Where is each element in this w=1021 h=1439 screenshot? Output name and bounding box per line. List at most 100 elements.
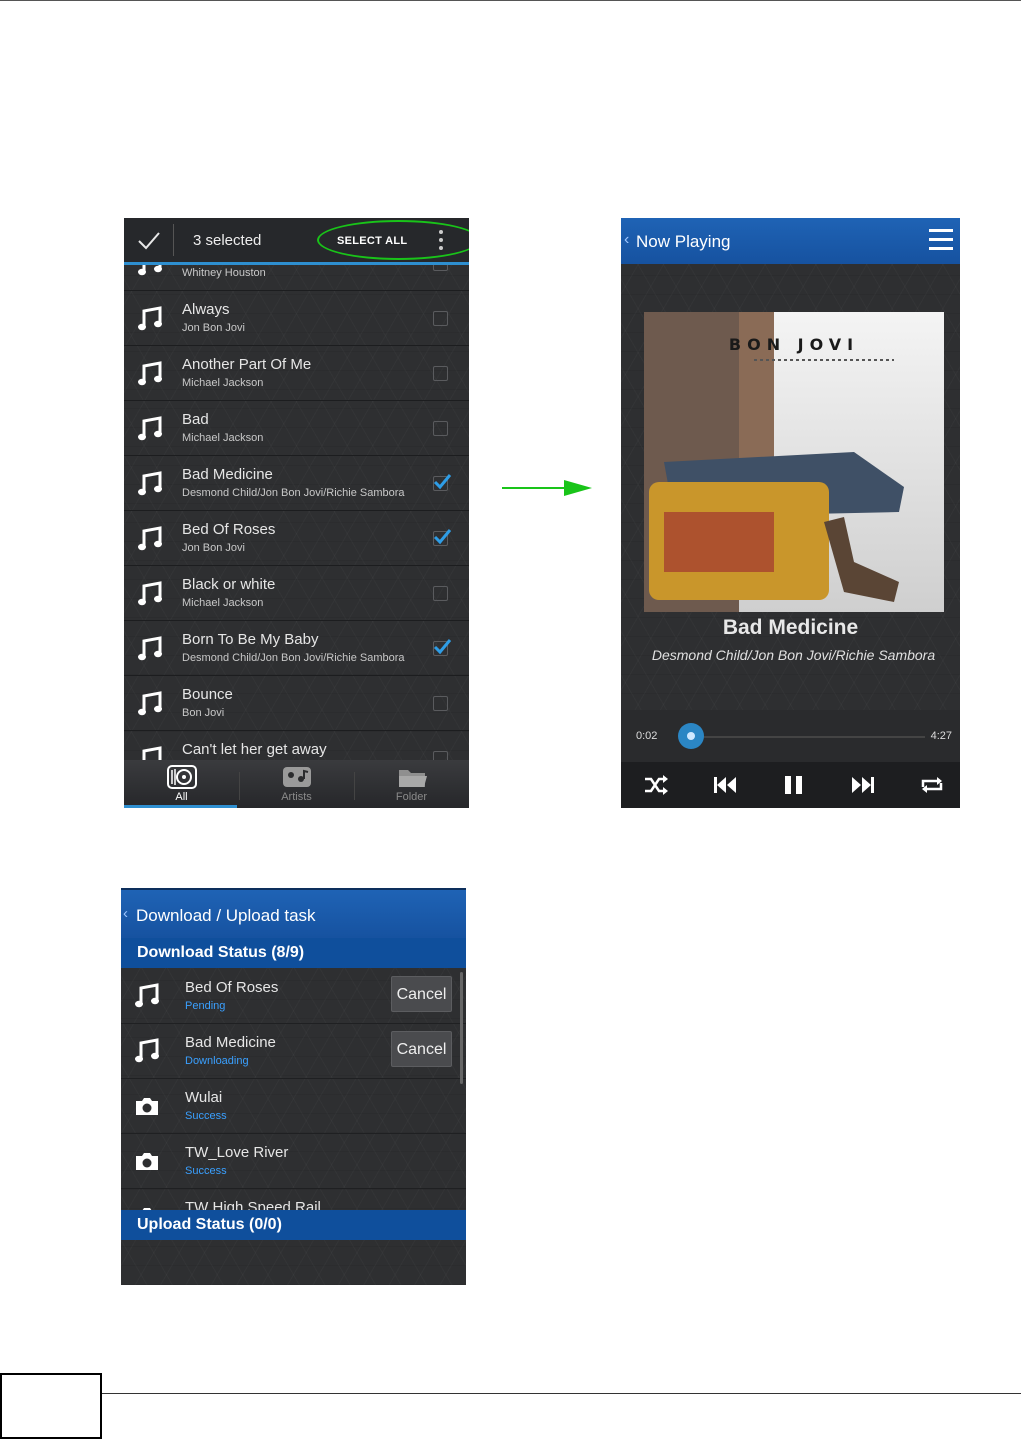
- back-chevron-icon[interactable]: ‹: [123, 905, 128, 922]
- transition-arrow-icon: [502, 480, 592, 496]
- task-status: Success: [185, 1165, 227, 1177]
- task-status: Downloading: [185, 1055, 249, 1067]
- song-row[interactable]: Bounce Bon Jovi: [124, 676, 469, 731]
- select-checkbox[interactable]: [433, 639, 452, 656]
- song-title: Born To Be My Baby: [182, 631, 319, 648]
- playback-progress: 0:02 4:27: [621, 710, 960, 762]
- task-row[interactable]: Bed Of Roses Pending Cancel: [121, 969, 466, 1024]
- select-checkbox[interactable]: [433, 366, 448, 381]
- song-artist: Whitney Houston: [182, 267, 266, 279]
- select-checkbox[interactable]: [433, 311, 448, 326]
- scrollbar[interactable]: [460, 972, 463, 1084]
- page-number-box: [0, 1373, 102, 1439]
- task-status: Success: [185, 1110, 227, 1122]
- song-row[interactable]: Bed Of Roses Jon Bon Jovi: [124, 511, 469, 566]
- pause-icon[interactable]: [781, 773, 807, 797]
- song-row[interactable]: Can't let her get away: [124, 731, 469, 760]
- select-checkbox[interactable]: [433, 586, 448, 601]
- song-artist: Desmond Child/Jon Bon Jovi/Richie Sambor…: [182, 487, 405, 499]
- song-artist: Michael Jackson: [182, 597, 264, 609]
- repeat-icon[interactable]: [919, 773, 945, 797]
- task-header-title[interactable]: Download / Upload task: [136, 906, 316, 926]
- shuffle-icon[interactable]: [643, 773, 669, 797]
- download-status-label: Download Status (8/9): [137, 944, 305, 961]
- task-name: Wulai: [185, 1089, 223, 1106]
- select-checkbox[interactable]: [433, 474, 452, 491]
- music-note-icon: [136, 305, 164, 333]
- task-name: TW High Speed Rail: [185, 1199, 321, 1210]
- task-row[interactable]: TW_Love River Success: [121, 1134, 466, 1189]
- task-header: ‹ Download / Upload task: [121, 888, 466, 938]
- task-row[interactable]: Bad Medicine Downloading Cancel: [121, 1024, 466, 1079]
- camera-icon: [133, 1147, 161, 1175]
- upload-status-label: Upload Status (0/0): [137, 1216, 282, 1233]
- artist-icon: [283, 767, 311, 787]
- song-row[interactable]: Born To Be My Baby Desmond Child/Jon Bon …: [124, 621, 469, 676]
- camera-icon: [133, 1202, 161, 1210]
- camera-icon: [133, 1092, 161, 1120]
- next-icon[interactable]: [850, 773, 876, 797]
- hamburger-menu-icon[interactable]: [929, 229, 953, 251]
- tab-all[interactable]: All: [124, 760, 239, 808]
- action-bar-divider: [173, 224, 174, 256]
- cancel-button[interactable]: Cancel: [391, 1031, 452, 1067]
- song-title: Bad: [182, 411, 209, 428]
- song-row[interactable]: All at OnceWhitney Houston: [124, 265, 469, 291]
- select-checkbox[interactable]: [433, 751, 448, 760]
- now-playing-header: ‹ Now Playing: [621, 218, 960, 264]
- song-row[interactable]: Always Jon Bon Jovi: [124, 291, 469, 346]
- tab-folder[interactable]: Folder: [354, 760, 469, 808]
- download-status-section: Download Status (8/9): [121, 938, 466, 968]
- song-row[interactable]: Another Part Of Me Michael Jackson: [124, 346, 469, 401]
- tab-artists[interactable]: Artists: [239, 760, 354, 808]
- playback-controls: [621, 762, 960, 808]
- current-time: 0:02: [636, 730, 658, 742]
- song-artist: Desmond Child/Jon Bon Jovi/Richie Sambor…: [651, 647, 936, 663]
- upload-status-section: Upload Status (0/0): [121, 1210, 466, 1240]
- seek-knob[interactable]: [677, 723, 704, 749]
- task-name: TW_Love River: [185, 1144, 289, 1161]
- previous-icon[interactable]: [712, 773, 738, 797]
- page-footer-rule: [0, 1393, 1021, 1394]
- song-title: Bad Medicine: [182, 466, 273, 483]
- song-row[interactable]: Bad Michael Jackson: [124, 401, 469, 456]
- music-note-icon: [136, 265, 164, 278]
- song-artist: Michael Jackson: [182, 377, 264, 389]
- cancel-button[interactable]: Cancel: [391, 976, 452, 1012]
- song-artist: Bon Jovi: [182, 707, 225, 719]
- album-icon: [167, 765, 197, 789]
- music-note-icon: [136, 745, 164, 760]
- total-time: 4:27: [930, 730, 952, 742]
- tab-artists-label: Artists: [281, 791, 312, 803]
- task-status: Pending: [185, 1000, 226, 1012]
- download-task-list[interactable]: Bed Of Roses Pending Cancel Bad Medicine Dow…: [121, 969, 466, 1210]
- overflow-menu-icon[interactable]: [439, 230, 445, 252]
- music-note-icon: [136, 580, 164, 608]
- back-chevron-icon[interactable]: ‹: [624, 231, 629, 249]
- song-row[interactable]: Black or white Michael Jackson: [124, 566, 469, 621]
- now-playing-title[interactable]: Now Playing: [636, 232, 731, 252]
- music-note-icon: [133, 1037, 161, 1065]
- music-note-icon: [136, 525, 164, 553]
- download-upload-screen: ‹ Download / Upload task Download Status…: [121, 888, 466, 1285]
- song-selection-screen: 3 selected SELECT ALL All at OnceWhitney…: [124, 218, 469, 808]
- done-check-icon[interactable]: [136, 228, 162, 252]
- progress-track[interactable]: [689, 736, 925, 738]
- select-checkbox[interactable]: [433, 421, 448, 436]
- song-artist: Jon Bon Jovi: [182, 542, 245, 554]
- select-checkbox[interactable]: [433, 529, 452, 546]
- song-artist: Jon Bon Jovi: [182, 322, 245, 334]
- select-checkbox[interactable]: [433, 265, 448, 271]
- task-row[interactable]: TW High Speed Rail: [121, 1189, 466, 1210]
- song-title: Bounce: [182, 686, 233, 703]
- select-checkbox[interactable]: [433, 696, 448, 711]
- music-note-icon: [136, 360, 164, 388]
- highlight-oval: [317, 220, 469, 260]
- song-artist: Desmond Child/Jon Bon Jovi/Richie Sambor…: [182, 652, 405, 664]
- song-list[interactable]: All at OnceWhitney Houston Always Jon Bon …: [124, 265, 469, 760]
- page-top-rule: [0, 0, 1021, 1]
- task-row[interactable]: Wulai Success: [121, 1079, 466, 1134]
- song-title: Another Part Of Me: [182, 356, 312, 373]
- song-row[interactable]: Bad Medicine Desmond Child/Jon Bon Jovi/R…: [124, 456, 469, 511]
- music-note-icon: [136, 415, 164, 443]
